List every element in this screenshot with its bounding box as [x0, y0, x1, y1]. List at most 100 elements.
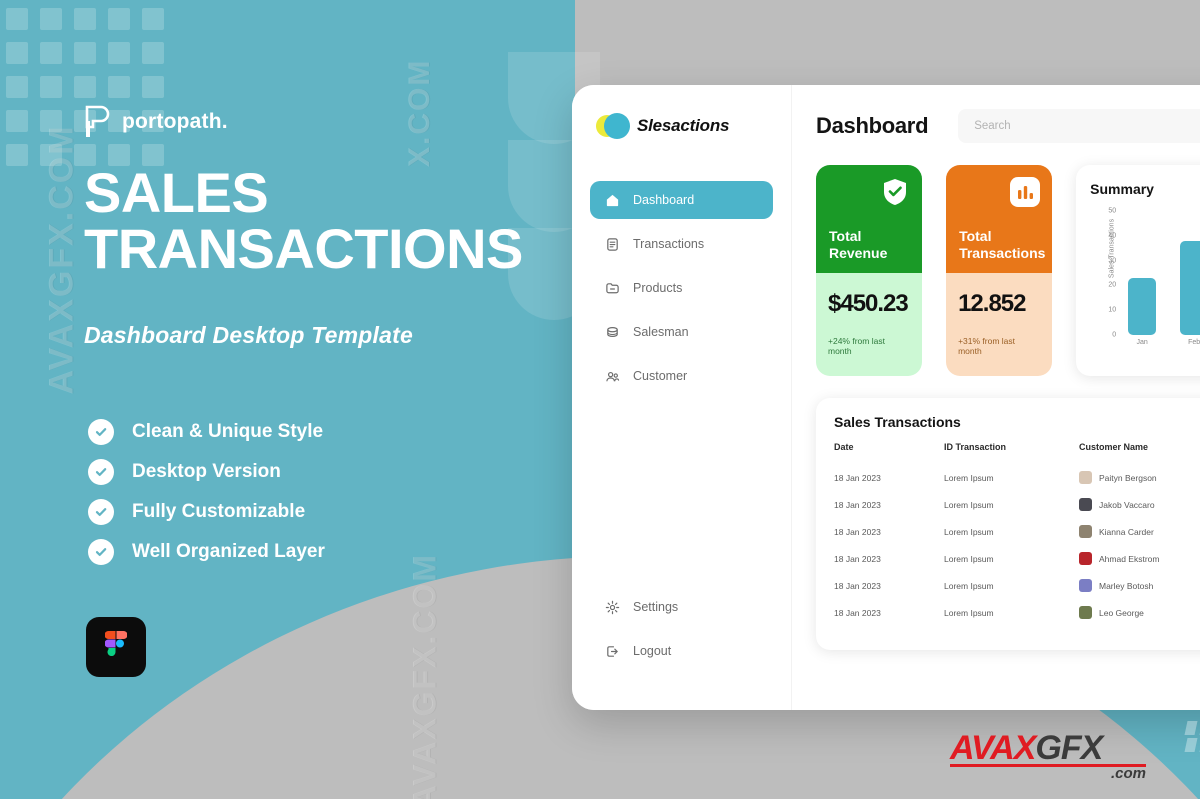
- chart-y-tick: 30: [1108, 257, 1117, 265]
- cell-date: 18 Jan 2023: [834, 499, 881, 510]
- stat-delta: +24% from last month: [828, 336, 885, 356]
- summary-title: Summary: [1090, 181, 1154, 197]
- stat-value: 12.852: [958, 290, 1026, 317]
- stat-card-header: Total Transactions: [946, 165, 1053, 273]
- feature-item: Clean & Unique Style: [88, 412, 325, 452]
- sidebar-item-settings[interactable]: Settings: [590, 588, 774, 626]
- table-row[interactable]: 18 Jan 2023Lorem IpsumJakob VaccaroFashi…: [834, 491, 1200, 518]
- chart-bar: [1180, 240, 1200, 335]
- avatar: [1079, 471, 1092, 484]
- avaxgfx-logo-dark: GFX: [1035, 729, 1103, 767]
- table-column-header: ID Transaction: [944, 442, 1007, 452]
- chart-x-tick: Feb: [1188, 339, 1200, 346]
- shield-check-icon: [880, 177, 910, 207]
- stat-card-label: Total Transactions: [959, 228, 1045, 262]
- document-icon: [604, 236, 621, 253]
- sidebar-item-transactions[interactable]: Transactions: [590, 225, 773, 263]
- feature-label: Well Organized Layer: [132, 541, 325, 562]
- stat-label-line2: Transactions: [959, 245, 1046, 261]
- feature-label: Fully Customizable: [132, 501, 306, 522]
- table-body: 18 Jan 2023Lorem IpsumPaityn BergsonFash…: [834, 464, 1200, 626]
- cell-id-transaction: Lorem Ipsum: [944, 472, 994, 483]
- chart-y-tick: 20: [1108, 281, 1117, 289]
- summary-chart-card: Summary Sales Transactions 0 10 20 30 40 50 J…: [1076, 165, 1200, 376]
- stat-card-body: $450.23 +24% from last month: [816, 273, 923, 376]
- stat-label-line1: Total: [829, 228, 862, 244]
- table-row[interactable]: 18 Jan 2023Lorem IpsumMarley BotoshPet C…: [834, 572, 1200, 599]
- sidebar-item-customer[interactable]: Customer: [590, 357, 773, 395]
- chart-x-ticks: JanFebMarApr: [1120, 339, 1200, 351]
- portopath-logo-icon: [84, 105, 110, 139]
- stat-value: $450.23: [828, 290, 909, 317]
- folder-icon: [604, 280, 621, 297]
- table-row[interactable]: 18 Jan 2023Lorem IpsumPaityn BergsonFash…: [834, 464, 1200, 491]
- search-input[interactable]: Search: [958, 109, 1200, 143]
- table-column-header: Customer Name: [1079, 442, 1149, 452]
- sidebar-item-label: Customer: [633, 369, 688, 383]
- stat-card-total-revenue: Total Revenue $450.23 +24% from last mon…: [816, 165, 923, 376]
- app-logo-text: Slesactions: [637, 116, 730, 135]
- cell-customer-name: Paityn Bergson: [1099, 472, 1157, 483]
- logout-icon: [604, 643, 621, 660]
- bar-chart-icon: [1010, 177, 1041, 207]
- table-row[interactable]: 18 Jan 2023Lorem IpsumKianna CarderPet C…: [834, 518, 1200, 545]
- feature-item: Fully Customizable: [88, 492, 325, 532]
- sidebar-item-dashboard[interactable]: Dashboard: [590, 181, 773, 219]
- table-title: Sales Transactions: [834, 414, 961, 430]
- stat-delta: +31% from last month: [958, 336, 1016, 356]
- stat-card-total-transactions: Total Transactions 12.852 +31% from last…: [946, 165, 1053, 376]
- chart-x-tick: Jan: [1136, 339, 1148, 346]
- table-row[interactable]: 18 Jan 2023Lorem IpsumLeo GeorgeOffice E: [834, 599, 1200, 626]
- cell-customer-name: Jakob Vaccaro: [1099, 499, 1155, 510]
- briefcase-icon: [604, 324, 621, 341]
- avaxgfx-logo-red: AVAX: [950, 729, 1036, 767]
- page-subheadline: Dashboard Desktop Template: [84, 322, 413, 348]
- sidebar-item-label: Dashboard: [633, 193, 695, 207]
- avatar: [1079, 525, 1092, 538]
- cell-customer: Ahmad Ekstrom: [1079, 545, 1200, 572]
- app-logo[interactable]: Slesactions: [596, 113, 773, 139]
- page-title: Dashboard: [816, 113, 929, 138]
- cell-customer-name: Marley Botosh: [1099, 580, 1154, 591]
- cell-customer: Kianna Carder: [1079, 518, 1200, 545]
- feature-label: Clean & Unique Style: [132, 421, 324, 442]
- sidebar-nav: Dashboard Transactions Products Salesman Cus…: [590, 181, 773, 395]
- page-headline: SALES TRANSACTIONS: [84, 165, 523, 277]
- check-circle-icon: [88, 459, 114, 485]
- sidebar-item-salesman[interactable]: Salesman: [590, 313, 773, 351]
- table-row[interactable]: 18 Jan 2023Lorem IpsumAhmad EkstromOffic…: [834, 545, 1200, 572]
- cell-customer: Marley Botosh: [1079, 572, 1200, 599]
- check-circle-icon: [88, 419, 114, 445]
- cell-customer-name: Kianna Carder: [1099, 526, 1154, 537]
- dashboard-window: Slesactions Dashboard Transactions Product…: [572, 85, 1200, 710]
- sidebar-item-products[interactable]: Products: [590, 269, 773, 307]
- check-circle-icon: [88, 499, 114, 525]
- stats-row: Total Revenue $450.23 +24% from last mon…: [816, 165, 1200, 376]
- gear-icon: [604, 599, 621, 616]
- stat-card-label: Total Revenue: [829, 228, 887, 262]
- cell-customer: Jakob Vaccaro: [1079, 491, 1200, 518]
- check-circle-icon: [88, 539, 114, 565]
- dashboard-content: Dashboard Search Total Revenue $450.23 +…: [792, 85, 1200, 710]
- chart-plot-area: [1120, 211, 1200, 335]
- sidebar-item-label: Products: [633, 281, 683, 295]
- cell-id-transaction: Lorem Ipsum: [944, 553, 994, 564]
- users-icon: [604, 368, 621, 385]
- cell-customer: Leo George: [1079, 599, 1200, 626]
- cell-id-transaction: Lorem Ipsum: [944, 607, 994, 618]
- cell-date: 18 Jan 2023: [834, 580, 881, 591]
- avatar: [1079, 552, 1092, 565]
- feature-item: Desktop Version: [88, 452, 325, 492]
- headline-line-2: TRANSACTIONS: [84, 217, 523, 280]
- sidebar-item-label: Salesman: [633, 325, 689, 339]
- chart-y-tick: 10: [1108, 306, 1117, 314]
- feature-label: Desktop Version: [132, 461, 281, 482]
- chart-bar: [1128, 277, 1157, 335]
- chart-y-ticks: 0 10 20 30 40 50: [1100, 208, 1117, 339]
- sales-transactions-table: DateID TransactionCustomer NameCategory …: [834, 442, 1200, 626]
- avatar: [1079, 606, 1092, 619]
- feature-item: Well Organized Layer: [88, 532, 325, 572]
- sidebar-item-logout[interactable]: Logout: [590, 632, 774, 670]
- cell-id-transaction: Lorem Ipsum: [944, 499, 994, 510]
- figma-logo-icon: [86, 617, 146, 677]
